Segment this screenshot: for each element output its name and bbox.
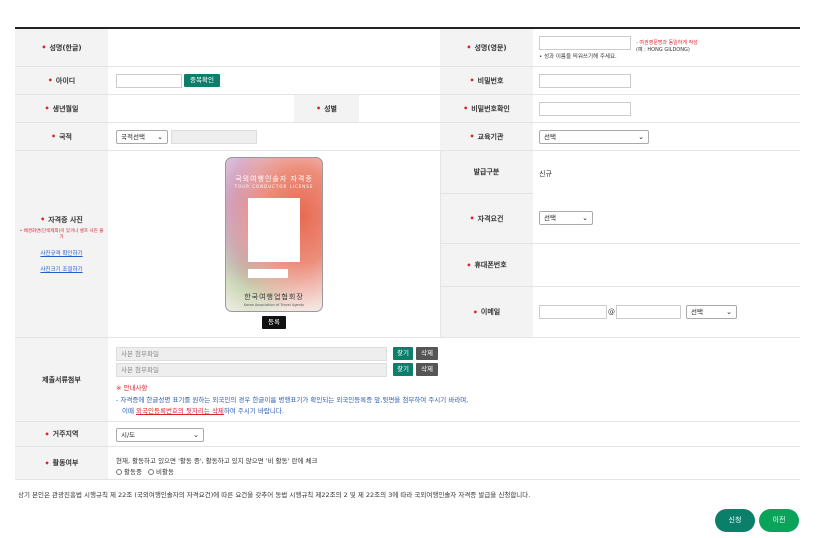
label-license-photo: 자격증 사진	[40, 215, 83, 225]
row-photo: 자격증 사진 • 배경화면(단색제외)이 있거나 셀프 사진 불가 사진규격 확…	[15, 151, 800, 338]
photo-register-button[interactable]: 등록	[262, 316, 286, 329]
name-en-hint: - 여권영문명과 동일하게 작성	[636, 40, 698, 46]
dup-check-button[interactable]: 중복확인	[184, 74, 220, 87]
option-active-label: 활동중	[124, 468, 142, 476]
card-title: 국외여행인솔자 자격증	[235, 175, 313, 183]
activity-options: 활동중 비활동	[116, 466, 174, 476]
chevron-down-icon: ⌄	[157, 133, 163, 141]
region-select[interactable]: 시/도 ⌄	[116, 428, 204, 442]
card-org: 한국여행업협회장	[244, 293, 304, 301]
password-input[interactable]	[539, 74, 631, 88]
nationality-text-input[interactable]	[171, 130, 257, 144]
label-activity: 활동여부	[15, 447, 108, 479]
email-at: @	[608, 308, 615, 316]
edu-institution-select[interactable]: 선택 ⌄	[539, 130, 649, 144]
label-edu-institution: 교육기관	[440, 123, 533, 150]
notice-line2: 이때 외국인등록번호의 뒷자리는 삭제하여 주시기 바랍니다.	[122, 405, 284, 415]
file2-find-button[interactable]: 찾기	[393, 363, 413, 376]
row-id: 아이디 중복확인 비밀번호	[15, 67, 800, 95]
qualification-select[interactable]: 선택 ⌄	[539, 211, 593, 225]
chevron-down-icon: ⌄	[638, 133, 644, 141]
label-user-id: 아이디	[15, 67, 108, 94]
nationality-select-value: 국적선택	[121, 133, 145, 141]
label-gender: 성별	[294, 95, 359, 122]
activity-description: 현재, 활동하고 있으면 '활동 중', 활동하고 있지 않으면 '비 활동' …	[116, 457, 318, 465]
password-confirm-input[interactable]	[539, 102, 631, 116]
email-domain-select[interactable]: 선택 ⌄	[686, 305, 737, 319]
footer-statement: 상기 본인은 관광진흥법 시행규칙 제 22조 (국외여행인솔자의 자격요건)에…	[18, 491, 531, 499]
email-domain-select-value: 선택	[691, 308, 703, 316]
photo-resize-link[interactable]: 사진크기 조절하기	[40, 265, 82, 273]
chevron-down-icon: ⌄	[582, 214, 588, 222]
divider	[533, 243, 800, 244]
label-mobile: 휴대폰번호	[440, 244, 533, 287]
chevron-down-icon: ⌄	[726, 308, 732, 316]
notice-line2-pre: 이때	[122, 407, 134, 415]
label-region: 거주지역	[15, 422, 108, 446]
name-en-space-hint: • 성과 이름을 띄워쓰기해 주세요.	[539, 54, 617, 60]
file1-input[interactable]: 사본 첨부파일	[116, 347, 387, 361]
divider	[533, 286, 800, 287]
option-inactive-label: 비활동	[156, 468, 174, 476]
label-issue-type: 발급구분	[440, 151, 533, 194]
notice-title: ※ 안내사항	[116, 384, 148, 392]
row-activity: 활동여부 현재, 활동하고 있으면 '활동 중', 활동하고 있지 않으면 '비…	[15, 447, 800, 480]
nationality-select[interactable]: 국적선택 ⌄	[116, 130, 168, 144]
label-name-kr: 성명(한글)	[15, 29, 108, 66]
apply-button[interactable]: 신청	[715, 509, 755, 532]
radio-active[interactable]	[116, 469, 122, 475]
file1-find-button[interactable]: 찾기	[393, 347, 413, 360]
user-id-input[interactable]	[116, 74, 182, 88]
region-select-value: 시/도	[121, 431, 136, 439]
divider	[440, 151, 441, 338]
label-nationality: 국적	[15, 123, 108, 150]
label-photo-cell: 자격증 사진 • 배경화면(단색제외)이 있거나 셀프 사진 불가 사진규격 확…	[15, 151, 108, 337]
row-birth: 생년월일 성별 비밀번호확인	[15, 95, 800, 123]
row-attachments: 제출서류첨부 사본 첨부파일 찾기 삭제 사본 첨부파일 찾기 삭제 ※ 안내사…	[15, 338, 800, 422]
email-domain-input[interactable]	[616, 305, 681, 319]
edu-select-value: 선택	[544, 133, 556, 141]
card-name-strip	[248, 269, 288, 278]
name-en-input[interactable]	[539, 36, 631, 50]
notice-line1: - 자격증에 한글성명 표기를 원하는 외국인의 경우 한글이름 병행표기가 확…	[116, 396, 469, 404]
label-qualification: 자격요건	[440, 194, 533, 244]
card-subtitle: TOUR CONDUCTOR LICENSE	[234, 184, 314, 189]
card-org-en: Korea Association of Travel Agents	[243, 303, 305, 307]
license-card-preview: 국외여행인솔자 자격증 TOUR CONDUCTOR LICENSE 한국여행업…	[225, 157, 323, 312]
file1-delete-button[interactable]: 삭제	[416, 347, 438, 360]
issue-type-value: 신규	[539, 170, 552, 178]
photo-placeholder[interactable]	[248, 198, 300, 262]
notice-line2-post: 하여 주시기 바랍니다.	[223, 407, 284, 415]
qualification-select-value: 선택	[544, 214, 556, 222]
chevron-down-icon: ⌄	[193, 431, 199, 439]
row-name: 성명(한글) 성명(영문) - 여권영문명과 동일하게 작성 (예 : HONG…	[15, 29, 800, 67]
file2-delete-button[interactable]: 삭제	[416, 363, 438, 376]
label-password: 비밀번호	[440, 67, 533, 94]
name-en-example: (예 : HONG GILDONG)	[636, 47, 690, 53]
label-email: 이메일	[440, 287, 533, 337]
label-attachments: 제출서류첨부	[15, 338, 108, 421]
row-nationality: 국적 국적선택 ⌄ 교육기관 선택 ⌄	[15, 123, 800, 151]
prev-button[interactable]: 이전	[759, 509, 799, 532]
notice-line2-emphasis: 외국인등록번호의 뒷자리는 삭제	[136, 407, 224, 415]
email-id-input[interactable]	[539, 305, 607, 319]
label-birth: 생년월일	[15, 95, 108, 122]
radio-inactive[interactable]	[148, 469, 155, 475]
photo-spec-link[interactable]: 사진규격 확인하기	[40, 249, 82, 257]
photo-warning: • 배경화면(단색제외)이 있거나 셀프 사진 불가	[19, 229, 104, 240]
row-region: 거주지역 시/도 ⌄	[15, 422, 800, 447]
label-password-confirm: 비밀번호확인	[440, 95, 533, 122]
file2-input[interactable]: 사본 첨부파일	[116, 363, 387, 377]
label-name-en: 성명(영문)	[440, 29, 533, 66]
